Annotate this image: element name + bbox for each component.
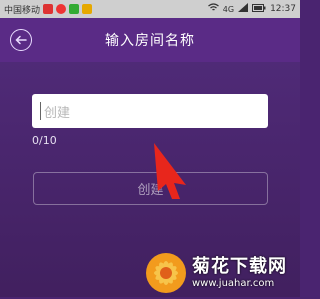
header-bar: 输入房间名称 — [0, 18, 300, 62]
watermark-title: 菊花下载网 — [192, 255, 287, 277]
back-button[interactable] — [10, 29, 32, 51]
flower-logo-icon — [144, 251, 188, 295]
signal-icon — [238, 3, 249, 15]
room-name-placeholder: 创建 — [44, 105, 71, 121]
character-counter: 0/10 — [32, 134, 57, 147]
chat-notification-icon — [69, 4, 80, 14]
status-bar: 中国移动 4G 12:37 — [0, 0, 300, 18]
alert-notification-icon — [82, 4, 93, 14]
app-notification-icon — [56, 4, 67, 14]
back-arrow-icon — [15, 35, 27, 45]
battery-icon — [252, 3, 266, 15]
network-type-label: 4G — [222, 4, 235, 14]
page-title: 输入房间名称 — [105, 33, 195, 49]
wifi-icon — [207, 3, 219, 15]
room-name-input[interactable]: 创建 — [32, 94, 268, 128]
clock-label: 12:37 — [270, 4, 296, 14]
watermark: 菊花下载网 www.juahar.com — [144, 249, 300, 297]
text-caret — [40, 102, 41, 120]
annotation-arrow-icon — [154, 143, 186, 199]
carrier-label: 中国移动 — [4, 5, 41, 16]
watermark-url: www.juahar.com — [192, 277, 275, 289]
notification-icon — [43, 4, 54, 14]
